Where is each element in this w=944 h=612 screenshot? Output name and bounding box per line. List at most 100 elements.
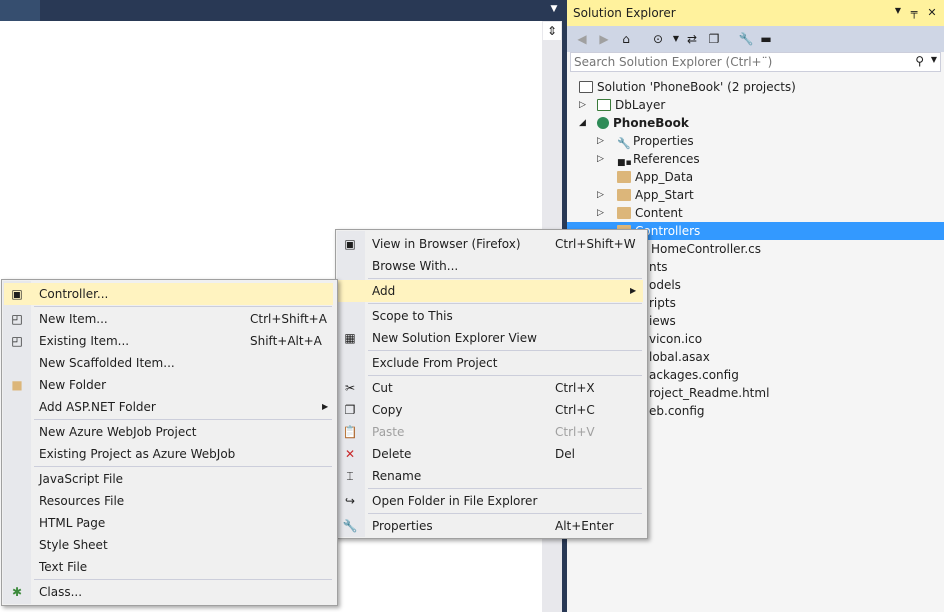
menu-item-new-item[interactable]: ◰ New Item... Ctrl+Shift+A [4, 308, 333, 330]
menu-separator [34, 579, 332, 580]
menu-item-resources-file[interactable]: Resources File [4, 490, 333, 512]
menu-item-view-in-browser[interactable]: ▣ View in Browser (Firefox) Ctrl+Shift+W [338, 233, 643, 255]
expand-arrow-icon[interactable]: ▷ [597, 190, 604, 200]
tree-node-properties[interactable]: 🔧 Properties [617, 132, 694, 150]
menu-separator [368, 303, 642, 304]
menu-separator [368, 278, 642, 279]
tree-node-project-phonebook[interactable]: PhoneBook [597, 114, 689, 132]
submenu-arrow-icon: ▶ [630, 286, 637, 295]
tree-node-web-config[interactable]: eb.config [649, 402, 705, 420]
tree-node-file-homecontroller[interactable]: HomeController.cs [639, 240, 761, 258]
solution-explorer-title: Solution Explorer [573, 6, 676, 20]
menu-item-exclude-from-project[interactable]: Exclude From Project [338, 352, 643, 374]
tree-node-folder-content[interactable]: Content [617, 204, 683, 222]
tree-node-global-asax[interactable]: lobal.asax [649, 348, 710, 366]
editor-tab[interactable] [0, 0, 40, 21]
tab-list-dropdown-icon[interactable]: ▼ [546, 4, 562, 18]
split-window-icon[interactable]: ⇕ [543, 22, 561, 40]
menu-item-open-folder[interactable]: ↪ Open Folder in File Explorer [338, 490, 643, 512]
wrench-icon: 🔧 [342, 519, 358, 533]
solution-explorer-titlebar: Solution Explorer ▼ ╤ ✕ [567, 0, 944, 26]
expand-arrow-icon[interactable]: ▷ [597, 208, 604, 218]
menu-item-new-azure-webjob-project[interactable]: New Azure WebJob Project [4, 421, 333, 443]
menu-item-text-file[interactable]: Text File [4, 556, 333, 578]
tree-node-scripts[interactable]: ripts [649, 294, 676, 312]
csharp-project-icon [597, 99, 611, 111]
menu-item-existing-project-as-azure-webjob[interactable]: Existing Project as Azure WebJob [4, 443, 333, 465]
menu-item-javascript-file[interactable]: JavaScript File [4, 468, 333, 490]
tree-node-folder-app-data[interactable]: App_Data [617, 168, 693, 186]
menu-item-existing-item[interactable]: ◰ Existing Item... Shift+Alt+A [4, 330, 333, 352]
browser-icon: ▣ [344, 237, 356, 251]
copy-icon: ❐ [344, 403, 356, 417]
auto-hide-pin-icon[interactable]: ╤ [907, 6, 921, 20]
back-icon[interactable]: ◀ [573, 30, 591, 48]
properties-wrench-icon[interactable]: 🔧 [737, 30, 755, 48]
sync-with-active-document-icon[interactable]: ⇄ [683, 30, 701, 48]
rename-icon: ⌶ [346, 469, 354, 483]
tree-node-packages-config[interactable]: ackages.config [649, 366, 739, 384]
menu-item-cut[interactable]: ✂ Cut Ctrl+X [338, 377, 643, 399]
search-options-dropdown-icon[interactable]: ▼ [931, 55, 937, 64]
menu-item-style-sheet[interactable]: Style Sheet [4, 534, 333, 556]
context-menu: ▣ View in Browser (Firefox) Ctrl+Shift+W… [335, 229, 648, 539]
preview-selected-items-icon[interactable]: ▬ [757, 30, 775, 48]
tree-node-project-readme[interactable]: roject_Readme.html [649, 384, 769, 402]
new-view-icon: ▦ [344, 331, 356, 345]
expand-arrow-icon[interactable]: ▷ [597, 136, 604, 146]
menu-item-paste[interactable]: 📋 Paste Ctrl+V [338, 421, 643, 443]
tree-node-folder-app-start[interactable]: App_Start [617, 186, 694, 204]
tree-node-favicon[interactable]: vicon.ico [649, 330, 702, 348]
menu-item-class[interactable]: ✱ Class... [4, 581, 333, 603]
expand-arrow-icon[interactable]: ▷ [579, 100, 586, 110]
menu-separator [368, 488, 642, 489]
add-submenu: ▣ Controller... ◰ New Item... Ctrl+Shift… [1, 279, 338, 606]
folder-icon [617, 207, 631, 219]
web-project-icon [597, 117, 609, 129]
menu-item-add[interactable]: Add ▶ [338, 280, 643, 302]
menu-item-controller[interactable]: ▣ Controller... [4, 283, 333, 305]
forward-icon[interactable]: ▶ [595, 30, 613, 48]
menu-item-scope-to-this[interactable]: Scope to This [338, 305, 643, 327]
collapse-all-icon[interactable]: ❐ [705, 30, 723, 48]
tree-node-solution[interactable]: Solution 'PhoneBook' (2 projects) [579, 78, 796, 96]
menu-item-add-aspnet-folder[interactable]: Add ASP.NET Folder ▶ [4, 396, 333, 418]
new-item-icon: ◰ [11, 312, 23, 326]
tree-node-project-dblayer[interactable]: DbLayer [597, 96, 665, 114]
menu-item-html-page[interactable]: HTML Page [4, 512, 333, 534]
menu-separator [34, 466, 332, 467]
menu-item-new-solution-explorer-view[interactable]: ▦ New Solution Explorer View [338, 327, 643, 349]
scissors-icon: ✂ [344, 381, 356, 395]
menu-separator [34, 306, 332, 307]
window-position-dropdown-icon[interactable]: ▼ [891, 6, 905, 20]
pending-changes-filter-icon[interactable]: ⊙ [649, 30, 667, 48]
expand-arrow-icon[interactable]: ▷ [597, 154, 604, 164]
menu-separator [368, 350, 642, 351]
tree-node-fonts[interactable]: nts [649, 258, 668, 276]
solution-icon [579, 81, 593, 93]
menu-item-delete[interactable]: ✕ Delete Del [338, 443, 643, 465]
menu-item-new-folder[interactable]: ■ New Folder [4, 374, 333, 396]
menu-separator [34, 419, 332, 420]
close-icon[interactable]: ✕ [925, 6, 939, 20]
collapse-arrow-icon[interactable]: ◢ [579, 118, 586, 128]
delete-icon: ✕ [344, 447, 356, 461]
menu-separator [368, 375, 642, 376]
menu-item-browse-with[interactable]: Browse With... [338, 255, 643, 277]
tree-node-references[interactable]: ■▪References [617, 150, 700, 168]
menu-item-copy[interactable]: ❐ Copy Ctrl+C [338, 399, 643, 421]
paste-icon: 📋 [342, 425, 358, 439]
menu-item-new-scaffolded-item[interactable]: New Scaffolded Item... [4, 352, 333, 374]
menu-item-rename[interactable]: ⌶ Rename [338, 465, 643, 487]
submenu-arrow-icon: ▶ [322, 402, 329, 411]
search-icon[interactable]: ⚲ [915, 54, 924, 68]
menu-item-properties[interactable]: 🔧 Properties Alt+Enter [338, 515, 643, 537]
home-icon[interactable]: ⌂ [617, 30, 635, 48]
existing-item-icon: ◰ [11, 334, 23, 348]
folder-icon [617, 171, 631, 183]
solution-explorer-search-input[interactable] [574, 54, 904, 70]
tree-node-views[interactable]: iews [649, 312, 676, 330]
controller-icon: ▣ [11, 287, 23, 301]
tree-node-models[interactable]: odels [649, 276, 681, 294]
open-folder-arrow-icon: ↪ [344, 494, 356, 508]
